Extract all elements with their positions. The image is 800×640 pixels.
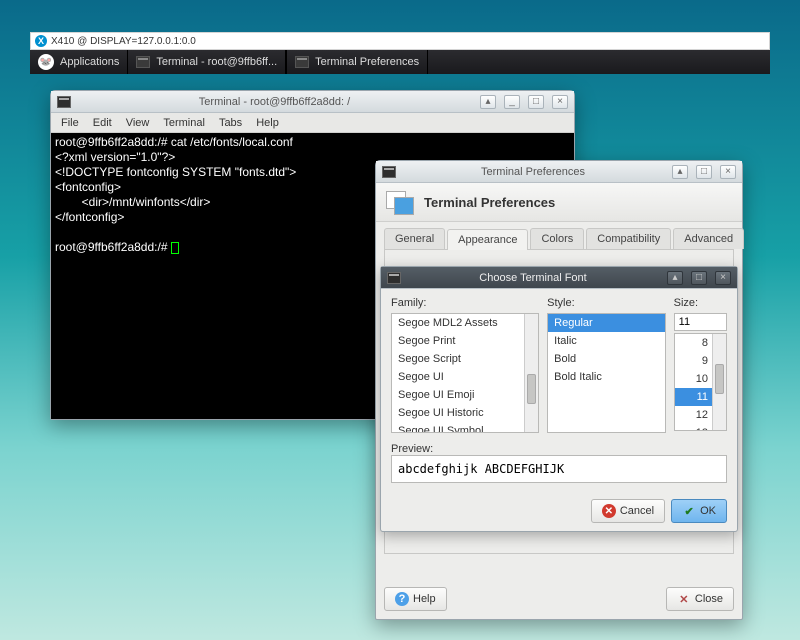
tab-appearance[interactable]: Appearance — [447, 229, 528, 250]
font-dialog-titlebar[interactable]: Choose Terminal Font ▴ □ × — [381, 267, 737, 289]
host-titlebar: X X410 @ DISPLAY=127.0.0.1:0.0 — [30, 32, 770, 50]
help-button[interactable]: ? Help — [384, 587, 447, 611]
close-button[interactable]: × — [720, 165, 736, 179]
term-line: <fontconfig> — [55, 180, 121, 194]
list-item[interactable]: Segoe MDL2 Assets — [392, 314, 538, 332]
font-dialog-title: Choose Terminal Font — [407, 272, 659, 284]
dialog-icon — [387, 272, 401, 284]
prefs-title: Terminal Preferences — [402, 166, 664, 178]
xfce-mouse-icon: 🐭 — [38, 54, 54, 70]
prefs-header: Terminal Preferences — [376, 183, 742, 222]
taskbar-item-prefs[interactable]: Terminal Preferences — [286, 50, 428, 74]
header-icon — [394, 197, 414, 215]
prefs-body: Choose Terminal Font ▴ □ × Family: Segoe… — [384, 249, 734, 554]
ok-label: OK — [700, 505, 716, 517]
cursor-icon — [171, 242, 179, 254]
prefs-titlebar[interactable]: Terminal Preferences ▴ □ × — [376, 161, 742, 183]
task-terminal-label: Terminal - root@9ffb6ff... — [156, 56, 277, 68]
menu-help[interactable]: Help — [250, 115, 285, 131]
preview-input[interactable] — [391, 455, 727, 483]
menu-terminal[interactable]: Terminal — [157, 115, 211, 131]
tab-colors[interactable]: Colors — [530, 228, 584, 249]
scrollbar[interactable] — [524, 314, 538, 432]
terminal-titlebar[interactable]: Terminal - root@9ffb6ff2a8dd: / ▴ _ □ × — [51, 91, 574, 113]
maximize-button[interactable]: □ — [528, 95, 544, 109]
close-prefs-button[interactable]: ✕ Close — [666, 587, 734, 611]
term-line: <dir>/mnt/winfonts</dir> — [55, 195, 210, 209]
term-line: <!DOCTYPE fontconfig SYSTEM "fonts.dtd"> — [55, 165, 296, 179]
help-label: Help — [413, 593, 436, 605]
menu-edit[interactable]: Edit — [87, 115, 118, 131]
list-item[interactable]: Italic — [548, 332, 665, 350]
term-line: root@9ffb6ff2a8dd:/# — [55, 240, 171, 254]
list-item[interactable]: Segoe Print — [392, 332, 538, 350]
help-icon: ? — [395, 592, 409, 606]
style-label: Style: — [547, 297, 666, 309]
size-label: Size: — [674, 297, 727, 309]
tab-compatibility[interactable]: Compatibility — [586, 228, 671, 249]
x410-icon: X — [35, 35, 47, 47]
preferences-window: Terminal Preferences ▴ □ × Terminal Pref… — [375, 160, 743, 620]
cancel-label: Cancel — [620, 505, 654, 517]
prefs-icon — [382, 166, 396, 178]
ok-icon: ✔ — [682, 504, 696, 518]
terminal-icon — [57, 96, 71, 108]
host-title: X410 @ DISPLAY=127.0.0.1:0.0 — [51, 36, 196, 47]
term-line: </fontconfig> — [55, 210, 124, 224]
task-prefs-label: Terminal Preferences — [315, 56, 419, 68]
family-label: Family: — [391, 297, 539, 309]
list-item[interactable]: Regular — [548, 314, 665, 332]
menu-file[interactable]: File — [55, 115, 85, 131]
maximize-button[interactable]: □ — [691, 271, 707, 285]
applications-menu[interactable]: 🐭 Applications — [30, 50, 127, 74]
tab-general[interactable]: General — [384, 228, 445, 249]
window-icon — [295, 56, 309, 68]
size-listbox[interactable]: 8 9 10 11 12 13 14 — [674, 333, 727, 431]
prefs-tabs: General Appearance Colors Compatibility … — [376, 222, 742, 249]
terminal-menubar: File Edit View Terminal Tabs Help — [51, 113, 574, 133]
window-icon — [136, 56, 150, 68]
preview-label: Preview: — [391, 443, 433, 455]
list-item[interactable]: Bold — [548, 350, 665, 368]
term-line: root@9ffb6ff2a8dd:/# cat /etc/fonts/loca… — [55, 135, 293, 149]
cancel-button[interactable]: ✕ Cancel — [591, 499, 665, 523]
list-item[interactable]: Bold Italic — [548, 368, 665, 386]
scrollbar[interactable] — [712, 334, 726, 430]
shade-button[interactable]: ▴ — [667, 271, 683, 285]
prefs-heading: Terminal Preferences — [424, 195, 555, 210]
family-listbox[interactable]: Segoe MDL2 Assets Segoe Print Segoe Scri… — [391, 313, 539, 433]
list-item[interactable]: Segoe UI Symbol — [392, 422, 538, 433]
close-button[interactable]: × — [552, 95, 568, 109]
close-button[interactable]: × — [715, 271, 731, 285]
ok-button[interactable]: ✔ OK — [671, 499, 727, 523]
scroll-thumb[interactable] — [527, 374, 536, 404]
list-item[interactable]: Segoe UI Emoji — [392, 386, 538, 404]
list-item[interactable]: Segoe Script — [392, 350, 538, 368]
scroll-thumb[interactable] — [715, 364, 724, 394]
terminal-title: Terminal - root@9ffb6ff2a8dd: / — [77, 96, 472, 108]
taskbar-item-terminal[interactable]: Terminal - root@9ffb6ff... — [127, 50, 286, 74]
size-input[interactable] — [674, 313, 727, 331]
shade-button[interactable]: ▴ — [480, 95, 496, 109]
close-icon: ✕ — [677, 592, 691, 606]
minimize-button[interactable]: _ — [504, 95, 520, 109]
term-line: <?xml version="1.0"?> — [55, 150, 175, 164]
xfce-panel: 🐭 Applications Terminal - root@9ffb6ff..… — [30, 50, 770, 74]
tab-advanced[interactable]: Advanced — [673, 228, 744, 249]
font-dialog: Choose Terminal Font ▴ □ × Family: Segoe… — [380, 266, 738, 532]
font-dialog-body: Family: Segoe MDL2 Assets Segoe Print Se… — [381, 289, 737, 491]
style-listbox[interactable]: Regular Italic Bold Bold Italic — [547, 313, 666, 433]
menu-view[interactable]: View — [120, 115, 156, 131]
applications-label: Applications — [60, 56, 119, 68]
maximize-button[interactable]: □ — [696, 165, 712, 179]
shade-button[interactable]: ▴ — [672, 165, 688, 179]
close-label: Close — [695, 593, 723, 605]
list-item[interactable]: Segoe UI — [392, 368, 538, 386]
list-item[interactable]: Segoe UI Historic — [392, 404, 538, 422]
menu-tabs[interactable]: Tabs — [213, 115, 248, 131]
cancel-icon: ✕ — [602, 504, 616, 518]
